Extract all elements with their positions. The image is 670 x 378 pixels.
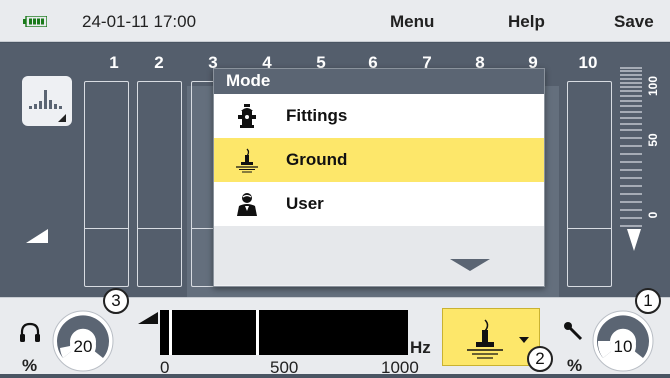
spectrum-level-marker (138, 312, 158, 324)
channel-label-10: 10 (578, 53, 598, 72)
filter-high-marker[interactable] (256, 310, 259, 355)
scale-label-mid: 50 (646, 133, 660, 147)
help-button[interactable]: Help (508, 12, 545, 32)
battery-icon (23, 16, 47, 27)
channel-bar-1[interactable] (84, 81, 129, 287)
scroll-down-icon[interactable] (450, 259, 490, 271)
bottom-panel: % 20 3 Hz 0 500 1000 2 % 10 1 (0, 288, 670, 377)
frequency-spectrum[interactable] (160, 310, 408, 355)
mode-option-label: User (286, 194, 324, 213)
headphone-volume-percent: % (22, 356, 38, 375)
mic-gain-value: 10 (614, 337, 633, 356)
mode-option-fittings[interactable]: Fittings (214, 94, 544, 138)
datetime-label: 24-01-11 17:00 (82, 12, 197, 31)
mode-dialog-scroll-area (214, 226, 544, 285)
volume-knob-dial: 20 (52, 310, 114, 372)
top-bar: 24-01-11 17:00 Menu Help Save (0, 0, 670, 42)
mode-option-label: Fittings (286, 106, 348, 125)
bar-graph-icon (29, 90, 66, 122)
channel-bar-2[interactable] (137, 81, 182, 287)
mic-gain-percent: % (567, 356, 583, 375)
spectrum-unit-label: Hz (410, 338, 431, 357)
hydrant-icon (238, 104, 256, 128)
channel-label-2: 2 (154, 53, 164, 72)
spectrum-tick-1000: 1000 (381, 358, 419, 377)
gain-knob-dial: 10 (592, 310, 654, 372)
scale-label-bottom: 0 (646, 211, 660, 218)
user-icon (237, 193, 257, 216)
microphone-icon (564, 322, 583, 341)
callout-badge-1: 1 (635, 288, 661, 314)
filter-low-marker[interactable] (169, 310, 172, 355)
channel-label-1: 1 (109, 53, 119, 72)
save-button[interactable]: Save (614, 12, 654, 32)
sensor-mode-button[interactable] (442, 308, 540, 366)
chevron-down-icon (519, 337, 529, 343)
mode-option-ground[interactable]: Ground (214, 138, 544, 182)
callout-badge-2: 2 (527, 346, 553, 372)
mode-option-user[interactable]: User (214, 182, 544, 226)
mode-dialog: Mode Fittings Ground User (213, 68, 545, 287)
mode-dialog-title: Mode (214, 69, 544, 94)
headphones-icon (20, 322, 40, 342)
mic-gain-knob[interactable]: 10 (592, 310, 654, 372)
headphone-volume-value: 20 (74, 337, 93, 356)
level-scale: 100 50 0 (620, 67, 660, 227)
left-level-marker (26, 229, 48, 243)
headphone-volume-knob[interactable]: 20 (52, 310, 114, 372)
callout-badge-3: 3 (103, 288, 129, 314)
spectrum-tick-0: 0 (160, 358, 170, 377)
menu-button[interactable]: Menu (390, 12, 434, 32)
display-mode-button[interactable] (22, 76, 72, 126)
ground-microphone-icon (467, 319, 503, 359)
scale-label-top: 100 (646, 76, 660, 96)
mode-option-label: Ground (286, 150, 348, 169)
ground-microphone-icon (236, 148, 258, 173)
channel-bar-10[interactable] (567, 81, 612, 287)
spectrum-tick-500: 500 (270, 358, 299, 377)
